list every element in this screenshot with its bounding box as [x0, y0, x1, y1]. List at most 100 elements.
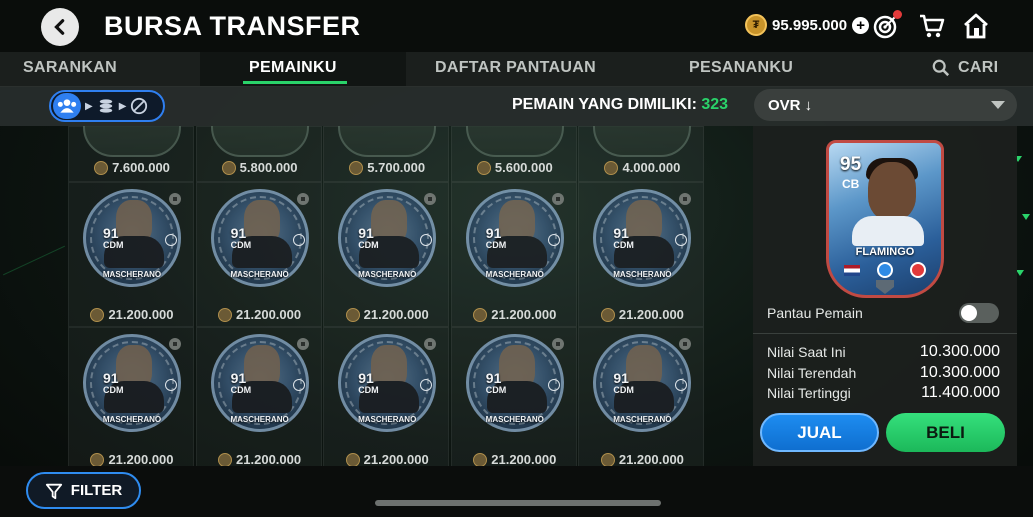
player-name: MASCHERANO	[358, 270, 417, 279]
sort-value: OVR ↓	[768, 96, 813, 114]
no-trade-icon[interactable]	[130, 97, 148, 115]
coin-icon	[218, 307, 233, 322]
player-grid-cell[interactable]: 91 CDM MASCHERANO 21.200.000	[195, 327, 323, 466]
player-position: CDM	[358, 385, 379, 395]
player-position: CDM	[613, 240, 634, 250]
owned-players-count: PEMAIN YANG DIMILIKI: 323	[512, 96, 728, 114]
value-row: Nilai Terendah 10.300.000	[767, 364, 1000, 381]
tab-cari-label: CARI	[958, 59, 999, 76]
cell-price: 21.200.000	[324, 307, 450, 322]
player-grid-cell[interactable]: 5.600.000	[450, 126, 577, 182]
coin-icon	[345, 307, 360, 322]
player-name: FLAMINGO	[855, 246, 915, 258]
player-name: MASCHERANO	[358, 415, 417, 424]
coin-icon	[94, 160, 109, 175]
player-rating: 95	[840, 154, 862, 175]
player-grid-cell[interactable]: 91 CDM MASCHERANO 21.200.000	[323, 327, 450, 466]
value-amount: 10.300.000	[919, 343, 1000, 360]
players-icon	[57, 99, 77, 113]
store-button[interactable]	[918, 12, 946, 40]
transfer-market-screen: BURSA TRANSFER ₮ 95.995.000 + SARANKAN P…	[0, 0, 1033, 517]
untradeable-icon	[165, 234, 177, 246]
lock-icon	[551, 193, 564, 205]
plus-icon[interactable]: +	[852, 16, 870, 34]
bottom-bar	[0, 466, 1033, 517]
source-filter-toggle[interactable]: ▶ ▶	[49, 90, 165, 122]
cell-price-value: 21.200.000	[236, 452, 302, 466]
player-position: CDM	[613, 385, 634, 395]
player-grid-cell[interactable]: 5.800.000	[195, 126, 322, 182]
coin-icon	[221, 160, 236, 175]
player-card-thumb	[593, 126, 692, 157]
cell-price: 21.200.000	[579, 452, 705, 466]
cell-price-value: 21.200.000	[618, 452, 684, 466]
coin-amount: 95.995.000	[772, 16, 848, 34]
player-name: MASCHERANO	[230, 415, 289, 424]
coin-icon	[218, 452, 233, 466]
player-name: MASCHERANO	[613, 415, 672, 424]
player-grid-cell[interactable]: 91 CDM MASCHERANO 21.200.000	[323, 182, 450, 327]
tab-cari[interactable]: CARI	[932, 59, 998, 77]
home-indicator[interactable]	[375, 500, 661, 506]
cart-icon	[920, 14, 945, 38]
page-title: BURSA TRANSFER	[104, 11, 361, 41]
player-card-thumb	[83, 126, 181, 157]
player-grid-cell[interactable]: 91 CDM MASCHERANO 21.200.000	[450, 182, 578, 327]
sort-dropdown[interactable]: OVR ↓	[754, 89, 1017, 121]
cell-price: 21.200.000	[197, 307, 323, 322]
lock-icon	[296, 338, 309, 350]
cell-price: 21.200.000	[69, 307, 195, 322]
club-badge-icon	[910, 262, 926, 278]
objectives-button[interactable]	[872, 10, 902, 40]
value-row: Nilai Tertinggi 11.400.000	[767, 384, 1000, 401]
player-name: MASCHERANO	[613, 270, 672, 279]
filter-button[interactable]: FILTER	[26, 472, 141, 509]
sell-button[interactable]: JUAL	[760, 413, 879, 452]
coin-icon	[473, 452, 488, 466]
tab-daftar-pantauan[interactable]: DAFTAR PANTAUAN	[435, 59, 596, 77]
cell-price-value: 21.200.000	[491, 307, 557, 322]
player-grid-cell[interactable]: 91 CDM MASCHERANO 21.200.000	[450, 327, 577, 466]
player-grid-cell[interactable]: 4.000.000	[578, 126, 705, 182]
cell-price-value: 7.600.000	[112, 160, 170, 175]
player-position: CDM	[485, 240, 507, 250]
player-grid: 7.600.000 5.800.000 5.700.000 5.600.000 4.00…	[68, 126, 706, 466]
buy-button[interactable]: BELI	[886, 413, 1005, 452]
player-shirt	[852, 216, 924, 246]
top-header: BURSA TRANSFER ₮ 95.995.000 +	[0, 0, 1033, 52]
cell-price: 21.200.000	[197, 452, 323, 466]
arrow-right-icon: ▶	[85, 100, 93, 112]
player-grid-cell[interactable]: 91 CDM MASCHERANO 21.200.000	[68, 182, 194, 327]
player-rating: 91	[358, 370, 374, 386]
home-button[interactable]	[962, 12, 990, 40]
player-position: CDM	[103, 385, 124, 395]
untradeable-icon	[292, 234, 305, 246]
cell-price-value: 4.000.000	[622, 160, 681, 175]
watch-player-toggle[interactable]	[959, 303, 999, 323]
lock-icon	[679, 338, 692, 350]
tab-sarankan[interactable]: SARANKAN	[23, 59, 117, 77]
lock-icon	[169, 193, 181, 205]
player-position: CDM	[485, 385, 507, 395]
stack-icon[interactable]	[97, 98, 115, 114]
back-button[interactable]	[41, 8, 79, 46]
club-filter-button[interactable]	[53, 93, 81, 119]
selected-player-card[interactable]: 95 CB FLAMINGO	[826, 140, 944, 298]
player-rating: 91	[613, 370, 629, 386]
player-grid-cell[interactable]: 91 CDM MASCHERANO 21.200.000	[578, 182, 705, 327]
player-grid-cell[interactable]: 91 CDM MASCHERANO 21.200.000	[195, 182, 323, 327]
value-label: Nilai Saat Ini	[767, 344, 846, 360]
player-grid-cell[interactable]: 91 CDM MASCHERANO 21.200.000	[578, 327, 705, 466]
cell-price-value: 21.200.000	[108, 452, 174, 466]
tab-pesananku[interactable]: PESANANKU	[689, 59, 793, 77]
player-name: MASCHERANO	[102, 270, 162, 279]
player-grid-cell[interactable]: 7.600.000	[68, 126, 194, 182]
player-portrait	[868, 162, 916, 220]
tab-pemainku[interactable]: PEMAINKU	[249, 59, 337, 77]
player-grid-cell[interactable]: 91 CDM MASCHERANO 21.200.000	[68, 327, 194, 466]
player-grid-cell[interactable]: 5.700.000	[323, 126, 450, 182]
coin-balance[interactable]: ₮ 95.995.000 +	[745, 14, 870, 36]
arrow-right-icon: ▶	[118, 100, 127, 112]
player-position: CDM	[358, 240, 379, 250]
cell-price: 21.200.000	[452, 307, 578, 322]
